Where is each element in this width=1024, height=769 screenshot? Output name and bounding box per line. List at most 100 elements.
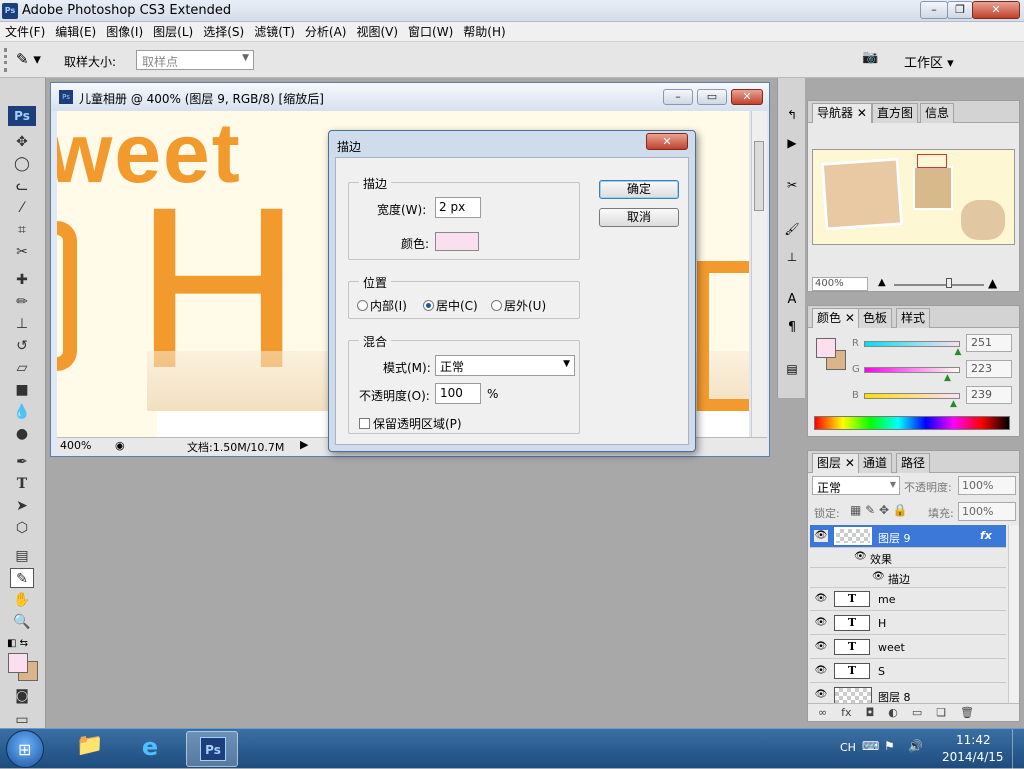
dodge-tool-icon[interactable]: ● [10,424,34,444]
vertical-scrollbar[interactable] [751,111,767,437]
preserve-transparency-checkbox[interactable]: 保留透明区域(P) [359,415,462,432]
notes-tool-icon[interactable]: ▤ [10,546,34,566]
tab-histogram[interactable]: 直方图 [872,103,919,123]
channel-r-value[interactable]: 251 [966,334,1012,352]
eyedropper-tool-preset-icon[interactable]: ✎ ▾ [16,50,50,70]
default-colors-icon[interactable]: ◧ ⇆ [7,638,28,649]
ie-taskbar-icon[interactable]: e [130,733,170,765]
zoom-in-icon[interactable]: ▲ [988,276,997,290]
foreground-color-swatch[interactable] [8,653,28,673]
blend-mode-select[interactable]: 正常 ▼ [812,476,900,495]
channel-b-value[interactable]: 239 [966,386,1012,404]
navigator-slider-thumb[interactable] [946,278,952,288]
menu-window[interactable]: 窗口(W) [403,22,458,42]
start-button[interactable]: ⊞ [6,730,44,768]
clone-stamp-icon[interactable]: ⊥ [10,314,34,334]
crop-tool-icon[interactable]: ⌗ [10,220,34,240]
tab-swatches[interactable]: 色板 [858,308,893,328]
brush-tool-icon[interactable]: ✏ [10,292,34,312]
brushes-panel-icon[interactable]: 🖌 [782,222,802,242]
fill-field[interactable]: 100% [958,502,1016,521]
zoom-tool-icon[interactable]: 🔍 [10,612,34,632]
layer-row-9[interactable]: 👁 图层 9 fx [810,525,1006,548]
width-input[interactable]: 2 px [435,197,481,218]
navigator-view-box[interactable] [917,154,947,168]
doc-restore-button[interactable]: ▭ [697,89,727,105]
mode-select[interactable]: 正常 ▼ [435,355,575,376]
eye-icon[interactable]: 👁 [814,530,828,542]
menu-layer[interactable]: 图层(L) [148,22,198,42]
tab-layers[interactable]: 图层 ✕ [812,453,860,473]
flag-icon[interactable]: ⚑ [884,739,895,753]
marquee-tool-icon[interactable]: ◯ [10,154,34,174]
layer-row-s[interactable]: 👁 T S [810,660,1006,683]
radio-inside[interactable]: 内部(I) [357,297,407,314]
channel-b-slider[interactable] [864,393,960,399]
status-arrow-icon[interactable]: ▶ [300,438,308,451]
shape-tool-icon[interactable]: ⬡ [10,518,34,538]
gradient-tool-icon[interactable]: ■ [10,380,34,400]
tab-color[interactable]: 颜色 ✕ [812,308,860,328]
dialog-close-button[interactable]: ✕ [646,133,688,150]
menu-select[interactable]: 选择(S) [198,22,249,42]
restore-button[interactable]: ❐ [947,1,973,19]
eye-icon[interactable]: 👁 [814,593,828,605]
doc-close-button[interactable]: ✕ [731,89,763,105]
eraser-tool-icon[interactable]: ▱ [10,358,34,378]
options-grip[interactable] [4,48,12,72]
zoom-out-icon[interactable]: ▲ [878,277,886,288]
radio-center[interactable]: 居中(C) [423,297,478,314]
move-tool-icon[interactable]: ✥ [10,132,34,152]
channel-g-value[interactable]: 223 [966,360,1012,378]
quick-mask-icon[interactable]: ◙ [10,686,34,706]
cancel-button[interactable]: 取消 [599,208,679,227]
screen-mode-icon[interactable]: ▭ [10,710,34,730]
menu-help[interactable]: 帮助(H) [458,22,510,42]
history-brush-icon[interactable]: ↺ [10,336,34,356]
input-language[interactable]: CH [840,741,856,754]
layer-effects-row[interactable]: 👁 效果 [810,548,1006,568]
navigator-zoom-slider[interactable] [894,284,984,286]
minimize-button[interactable]: – [920,1,948,19]
new-layer-icon[interactable]: ❏ [936,706,946,719]
layer-comps-icon[interactable]: ▤ [782,362,802,382]
layer-row-h[interactable]: 👁 T H [810,612,1006,635]
link-layers-icon[interactable]: ∞ [818,706,827,719]
healing-brush-icon[interactable]: ✚ [10,270,34,290]
clock-date[interactable]: 2014/4/15 [942,750,1004,764]
lock-icons[interactable]: ▦ ✎ ✥ 🔒 [850,503,908,517]
close-button[interactable]: ✕ [972,1,1020,19]
new-group-icon[interactable]: ▭ [912,706,922,719]
clone-source-icon[interactable]: ⊥ [782,250,802,270]
eye-icon[interactable]: 👁 [814,689,828,701]
color-spectrum-bar[interactable] [814,416,1010,430]
keyboard-icon[interactable]: ⌨ [862,739,879,753]
bridge-icon[interactable]: 📷 [862,50,888,70]
pen-tool-icon[interactable]: ✒ [10,452,34,472]
vertical-scroll-thumb[interactable] [754,141,764,211]
menu-edit[interactable]: 编辑(E) [50,22,101,42]
eye-icon[interactable]: 👁 [814,665,828,677]
color-swatch[interactable] [435,232,479,251]
magic-wand-icon[interactable]: ⁄ [10,198,34,218]
status-menu-icon[interactable]: ◉ [115,439,125,452]
fx-icon[interactable]: fx [980,529,992,542]
layer-row-me[interactable]: 👁 T me [810,588,1006,611]
actions-panel-icon[interactable]: ▶ [782,136,802,156]
eye-icon[interactable]: 👁 [814,641,828,653]
lasso-tool-icon[interactable]: ᓚ [10,176,34,196]
tool-presets-icon[interactable]: ✂ [782,178,802,198]
radio-outside[interactable]: 居外(U) [491,297,546,314]
sample-size-select[interactable]: 取样点 ▼ [136,50,254,70]
type-tool-icon[interactable]: T [10,474,34,494]
photoshop-taskbar-button[interactable]: Ps [186,731,238,767]
volume-icon[interactable]: 🔊 [908,739,923,753]
blur-tool-icon[interactable]: 💧 [10,402,34,422]
paragraph-panel-icon[interactable]: ¶ [782,320,802,340]
tab-navigator[interactable]: 导航器 ✕ [812,103,872,123]
path-select-icon[interactable]: ➤ [10,496,34,516]
menu-analysis[interactable]: 分析(A) [300,22,352,42]
eye-icon[interactable]: 👁 [872,571,885,582]
adjustment-layer-icon[interactable]: ◐ [888,706,898,719]
layer-opacity-field[interactable]: 100% [958,476,1016,495]
